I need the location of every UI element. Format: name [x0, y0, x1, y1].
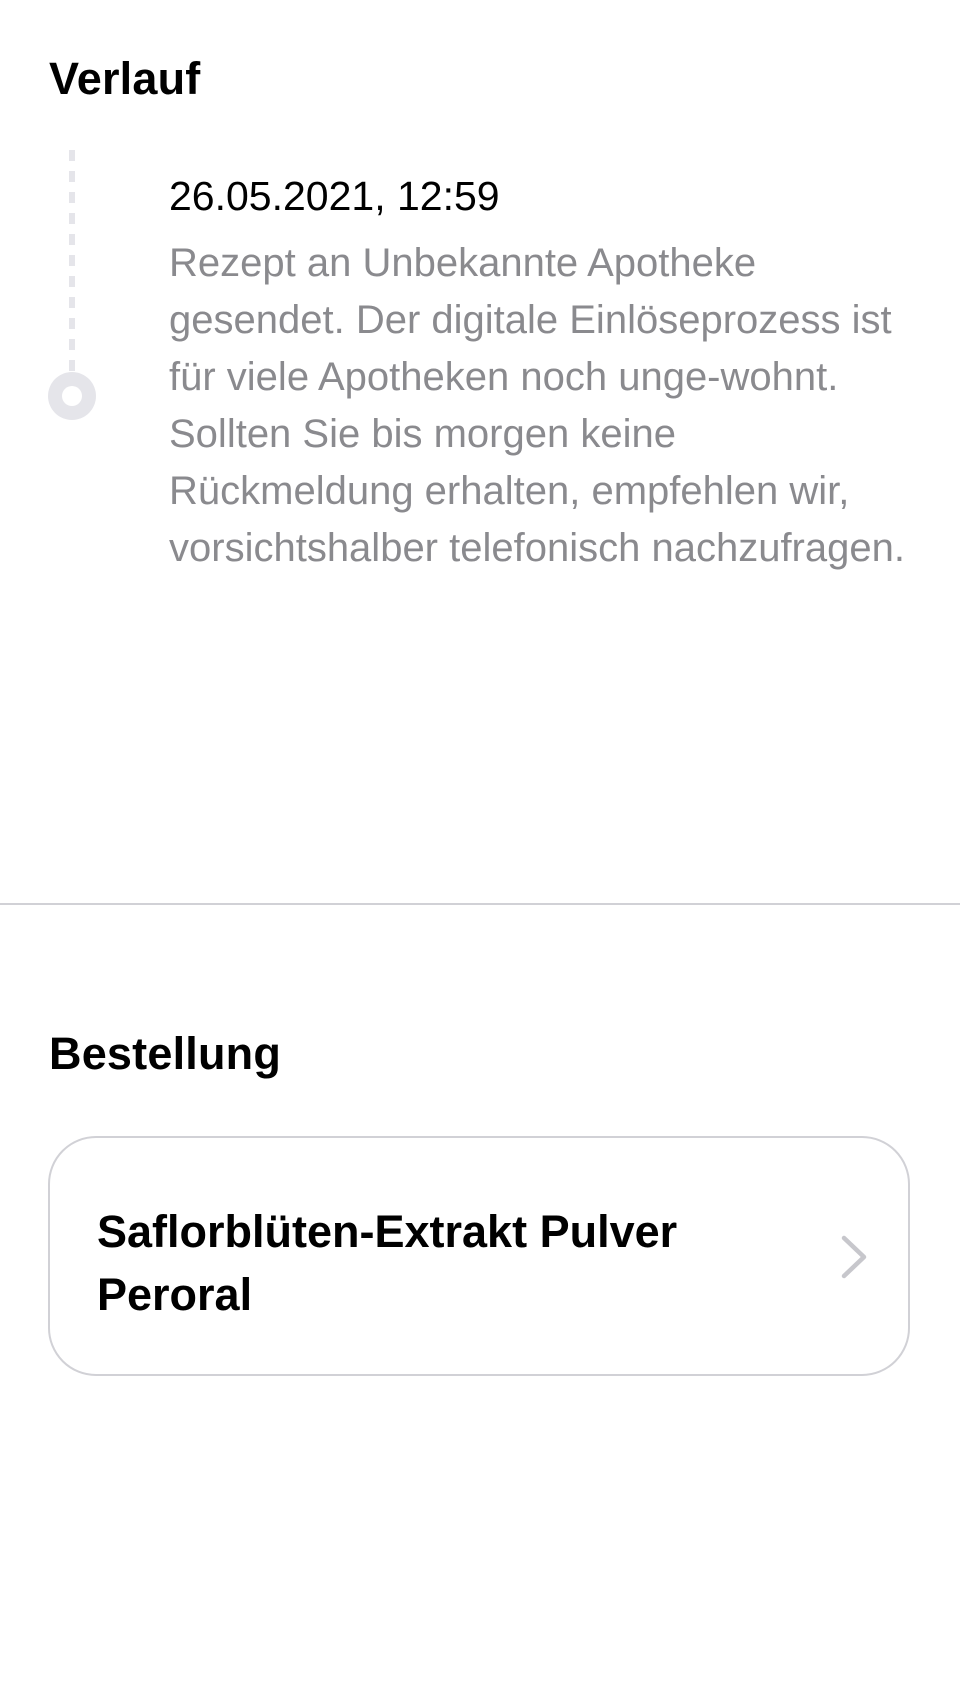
timeline-dot-center — [62, 386, 82, 406]
timeline-connector-line — [69, 150, 75, 372]
order-item-card[interactable]: Saflorblüten-Extrakt Pulver Peroral — [48, 1136, 910, 1376]
event-description: Rezept an Unbekannte Apotheke gesendet. … — [169, 241, 905, 570]
chevron-right-icon — [841, 1235, 867, 1279]
history-timeline: 26.05.2021, 12:59 Rezept an Unbekannte A… — [0, 0, 960, 700]
order-section-title: Bestellung — [49, 1028, 282, 1079]
order-item-name: Saflorblüten-Extrakt Pulver Peroral — [97, 1206, 678, 1320]
section-divider — [0, 903, 960, 905]
timeline-dot-icon — [48, 372, 96, 420]
event-timestamp: 26.05.2021, 12:59 — [169, 173, 500, 219]
